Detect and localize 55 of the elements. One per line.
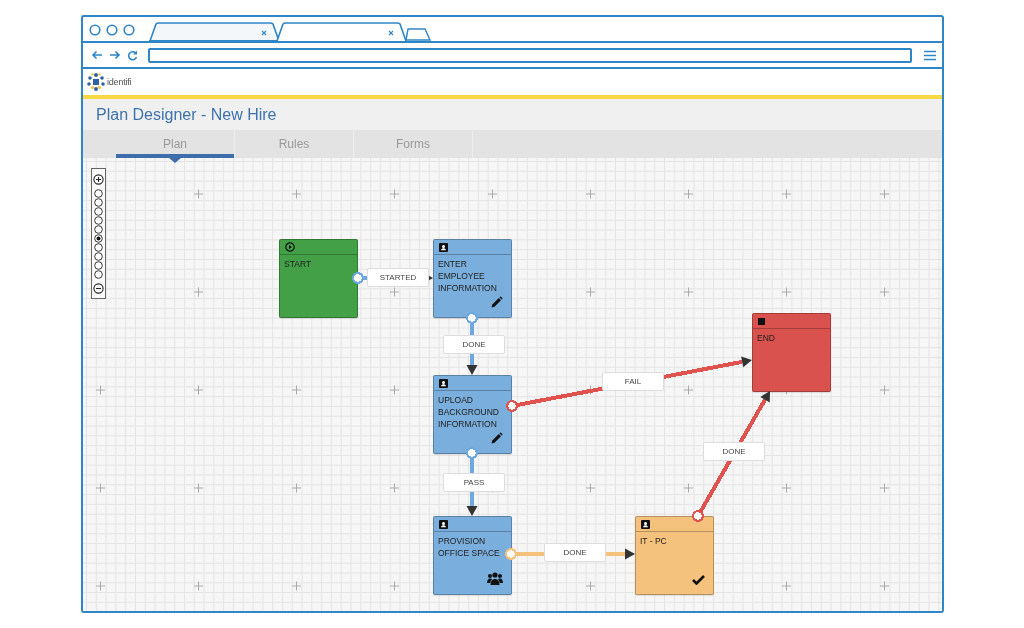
- zoom-step[interactable]: [94, 243, 103, 252]
- node-label: PROVISION OFFICE SPACE: [437, 535, 501, 559]
- zoom-step[interactable]: [94, 252, 103, 261]
- checkmark-icon: [692, 575, 705, 585]
- flow-node[interactable]: PROVISION OFFICE SPACE: [433, 516, 512, 595]
- address-field[interactable]: [148, 47, 912, 63]
- node-label: IT - PC: [639, 535, 668, 547]
- node-label: UPLOAD BACKGROUND INFORMATION: [437, 394, 500, 430]
- connector-label[interactable]: DONE: [544, 543, 606, 562]
- logo-text: identifi: [107, 77, 132, 87]
- zoom-step[interactable]: [94, 216, 103, 225]
- zoom-out-button[interactable]: [93, 283, 104, 294]
- back-icon[interactable]: [91, 50, 103, 60]
- new-tab-button[interactable]: [405, 28, 431, 41]
- stop-icon: [758, 317, 765, 325]
- pencil-icon[interactable]: [491, 296, 503, 308]
- flow-node[interactable]: ENTER EMPLOYEE INFORMATION: [433, 239, 512, 318]
- connector-label[interactable]: PASS: [443, 473, 505, 492]
- person-card-icon: [439, 519, 448, 529]
- zoom-step[interactable]: [94, 270, 103, 279]
- zoom-step[interactable]: [94, 261, 103, 270]
- logo-icon: [86, 72, 106, 92]
- zoom-step[interactable]: [94, 189, 103, 198]
- close-icon[interactable]: [388, 30, 394, 36]
- zoom-step[interactable]: [94, 207, 103, 216]
- connector-label[interactable]: FAIL: [602, 372, 664, 391]
- play-icon: [285, 242, 295, 252]
- menu-icon[interactable]: [924, 49, 936, 61]
- person-card-icon: [641, 519, 650, 529]
- connector-label[interactable]: DONE: [443, 335, 505, 354]
- reload-icon[interactable]: [127, 49, 138, 61]
- connector-label[interactable]: STARTED: [367, 268, 429, 287]
- person-card-icon: [439, 378, 448, 388]
- close-icon[interactable]: [261, 30, 267, 36]
- flow-node[interactable]: END: [752, 313, 831, 392]
- window-control-icon[interactable]: [123, 24, 135, 36]
- person-card-icon: [439, 242, 448, 252]
- zoom-step[interactable]: [94, 198, 103, 207]
- zoom-in-button[interactable]: [93, 174, 104, 185]
- page-title: Plan Designer - New Hire: [96, 105, 277, 124]
- connector-label[interactable]: DONE: [703, 442, 765, 461]
- node-label: START: [283, 258, 313, 270]
- forward-icon[interactable]: [109, 50, 121, 60]
- node-label: END: [756, 332, 776, 344]
- zoom-step[interactable]: [94, 225, 103, 234]
- browser-tab[interactable]: [149, 22, 280, 41]
- flow-node[interactable]: UPLOAD BACKGROUND INFORMATION: [433, 375, 512, 454]
- flow-node[interactable]: IT - PC: [635, 516, 714, 595]
- window-control-icon[interactable]: [89, 24, 101, 36]
- pencil-icon[interactable]: [491, 432, 503, 444]
- people-icon[interactable]: [487, 572, 503, 585]
- zoom-step[interactable]: [94, 234, 103, 243]
- node-label: ENTER EMPLOYEE INFORMATION: [437, 258, 498, 294]
- flow-node[interactable]: START: [279, 239, 358, 318]
- window-control-icon[interactable]: [106, 24, 118, 36]
